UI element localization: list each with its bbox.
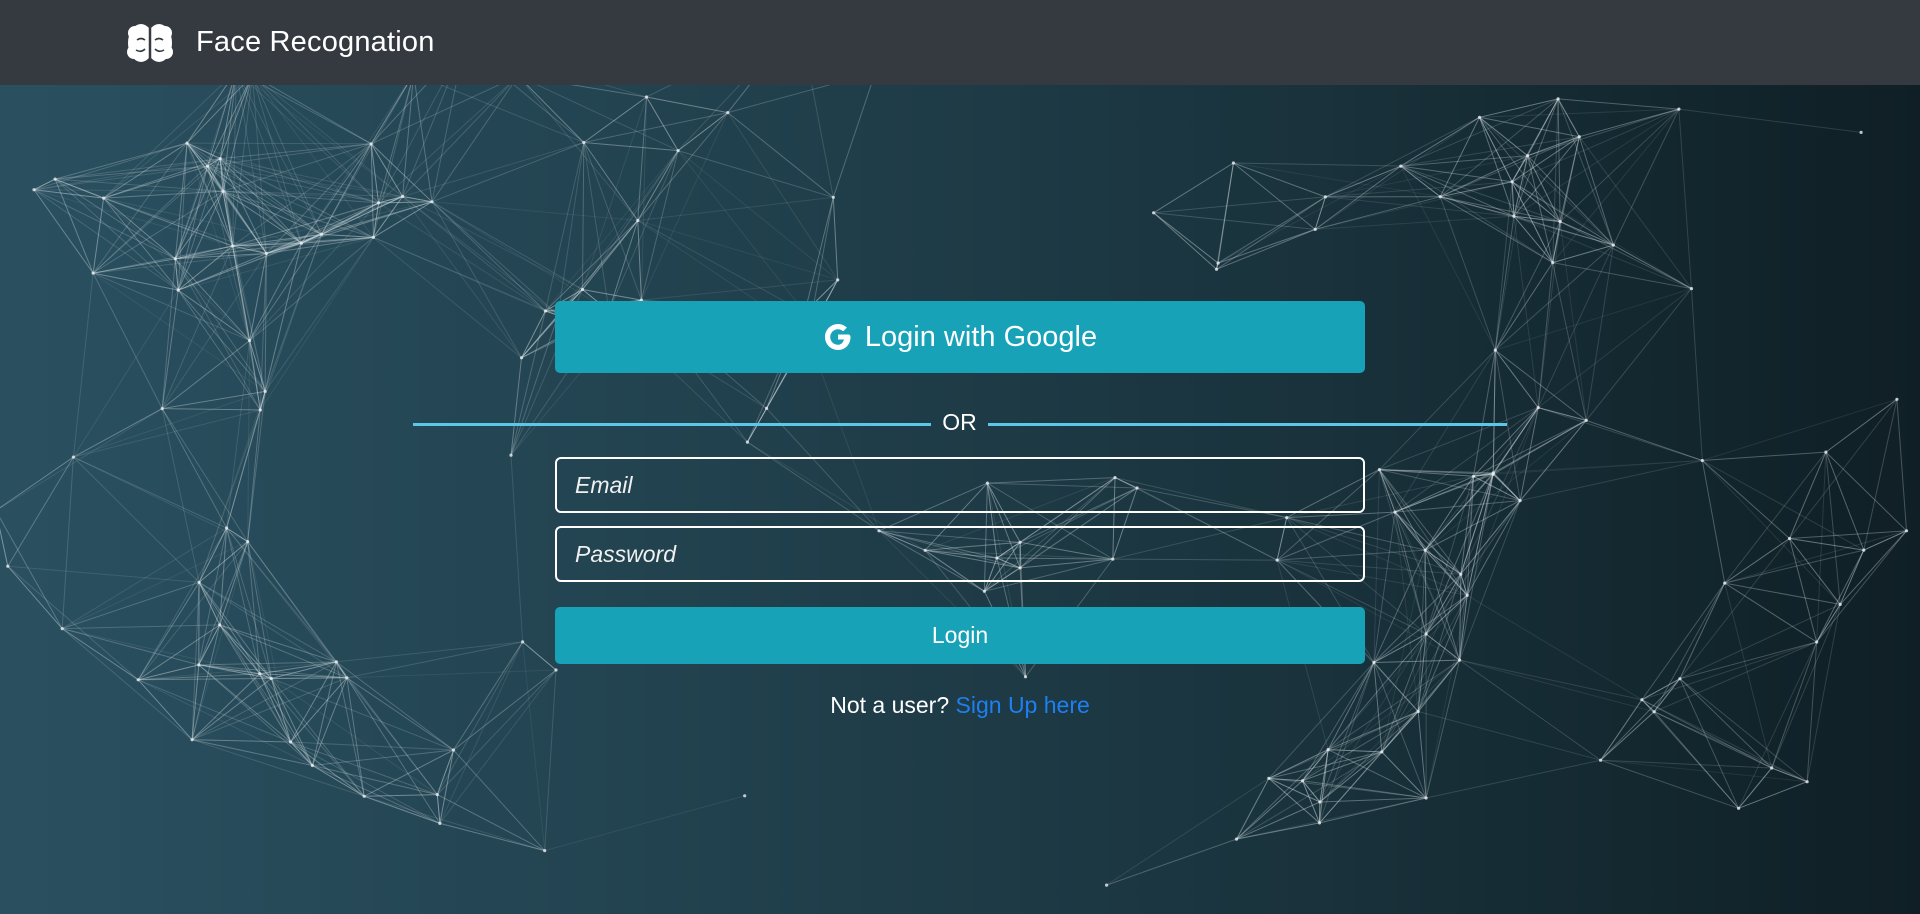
brain-icon	[126, 21, 174, 65]
divider-text: OR	[942, 409, 977, 435]
login-with-google-button[interactable]: Login with Google	[555, 301, 1365, 373]
app-title: Face Recognation	[196, 26, 435, 58]
divider-line-left	[413, 423, 931, 426]
google-g-icon	[823, 322, 853, 352]
password-field[interactable]	[555, 526, 1365, 582]
login-button[interactable]: Login	[555, 607, 1365, 664]
email-field[interactable]	[555, 457, 1365, 513]
login-panel: Login with Google OR Login Not a user? S…	[0, 85, 1920, 914]
or-divider: OR	[413, 405, 1507, 445]
navbar: Face Recognation	[0, 0, 1920, 85]
google-button-label: Login with Google	[864, 320, 1098, 353]
signup-prompt-row: Not a user? Sign Up here	[0, 692, 1920, 719]
signup-prompt-text: Not a user?	[830, 692, 950, 718]
brand[interactable]: Face Recognation	[126, 21, 435, 65]
divider-line-right	[988, 423, 1507, 426]
signup-link[interactable]: Sign Up here	[956, 692, 1090, 718]
